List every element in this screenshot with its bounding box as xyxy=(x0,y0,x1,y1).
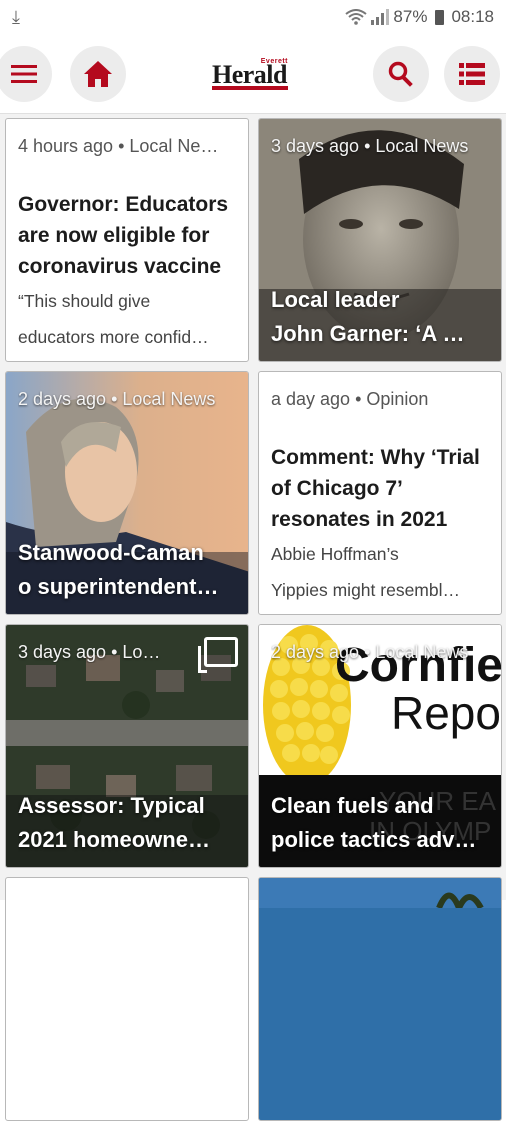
article-excerpt: “This should give educators more confid… xyxy=(18,283,238,355)
article-meta: 4 hours ago • Local Ne… xyxy=(18,136,219,156)
title-line: police tactics adv… xyxy=(271,827,477,852)
wifi-icon xyxy=(345,9,368,25)
home-button[interactable] xyxy=(70,46,126,102)
home-icon xyxy=(84,61,112,87)
article-title: Comment: Why ‘Trial of Chicago 7’ resona… xyxy=(271,446,480,531)
sections-button[interactable] xyxy=(444,46,500,102)
search-button[interactable] xyxy=(373,46,429,102)
article-card[interactable] xyxy=(5,877,249,1121)
signal-icon xyxy=(371,9,390,25)
battery-icon xyxy=(435,9,445,25)
excerpt-line: Abbie Hoffman’s xyxy=(271,544,399,564)
article-meta: a day ago • Opinion xyxy=(271,389,429,409)
article-meta: 3 days ago • Lo… xyxy=(18,642,161,662)
article-card[interactable]: a day ago • Opinion Comment: Why ‘Trial … xyxy=(258,371,502,615)
download-icon: ⤓ xyxy=(12,7,20,27)
battery-percent: 87% xyxy=(393,7,428,26)
title-line: o superintendent… xyxy=(18,574,219,599)
article-meta: 2 days ago • Local News xyxy=(271,642,469,662)
logo-bar xyxy=(212,86,288,90)
article-title: Assessor: Typical 2021 homeowne… xyxy=(18,789,238,857)
article-excerpt: Abbie Hoffman’s Yippies might resembl… xyxy=(271,536,491,608)
article-card[interactable]: 4 hours ago • Local Ne… Governor: Educat… xyxy=(5,118,249,362)
excerpt-line: educators more confid… xyxy=(18,327,209,347)
list-icon xyxy=(459,63,485,85)
article-card[interactable] xyxy=(258,877,502,1121)
article-card[interactable]: 3 days ago • Lo… Assessor: Typical 2021 … xyxy=(5,624,249,868)
hamburger-menu-icon xyxy=(11,65,37,83)
title-line: Assessor: Typical xyxy=(18,793,205,818)
article-title: Governor: Educators are now eligible for… xyxy=(18,193,229,278)
title-line: John Garner: ‘A … xyxy=(271,321,465,346)
sky-photo xyxy=(259,878,501,908)
status-bar: ⤓ 87% 08:18 xyxy=(0,0,506,36)
article-meta: 3 days ago • Local News xyxy=(271,136,469,156)
image-text: Repo xyxy=(391,687,501,739)
herald-logo[interactable]: Everett Herald xyxy=(200,58,306,90)
title-line: Stanwood-Caman xyxy=(18,540,204,565)
article-title: Local leader John Garner: ‘A … xyxy=(271,283,491,351)
title-line: Local leader xyxy=(271,287,400,312)
search-icon xyxy=(388,61,413,87)
status-right: 87% 08:18 xyxy=(345,7,494,27)
title-line: 2021 homeowne… xyxy=(18,827,210,852)
article-card[interactable]: 3 days ago • Local News Local leader Joh… xyxy=(258,118,502,362)
article-meta: 2 days ago • Local News xyxy=(18,389,216,409)
article-grid: 4 hours ago • Local Ne… Governor: Educat… xyxy=(0,114,506,1121)
clock: 08:18 xyxy=(451,7,494,26)
article-card[interactable]: Cornfie Repo YOUR EA IN OLYMP 2 days ago… xyxy=(258,624,502,868)
menu-button[interactable] xyxy=(0,46,52,102)
article-title: Stanwood-Caman o superintendent… xyxy=(18,536,238,604)
excerpt-line: Yippies might resembl… xyxy=(271,580,461,600)
app-toolbar: Everett Herald xyxy=(0,36,506,114)
image-gallery-icon xyxy=(198,637,238,673)
excerpt-line: “This should give xyxy=(18,291,151,311)
title-line: Clean fuels and xyxy=(271,793,434,818)
article-card[interactable]: 2 days ago • Local News Stanwood-Caman o… xyxy=(5,371,249,615)
article-title: Clean fuels and police tactics adv… xyxy=(271,789,491,857)
